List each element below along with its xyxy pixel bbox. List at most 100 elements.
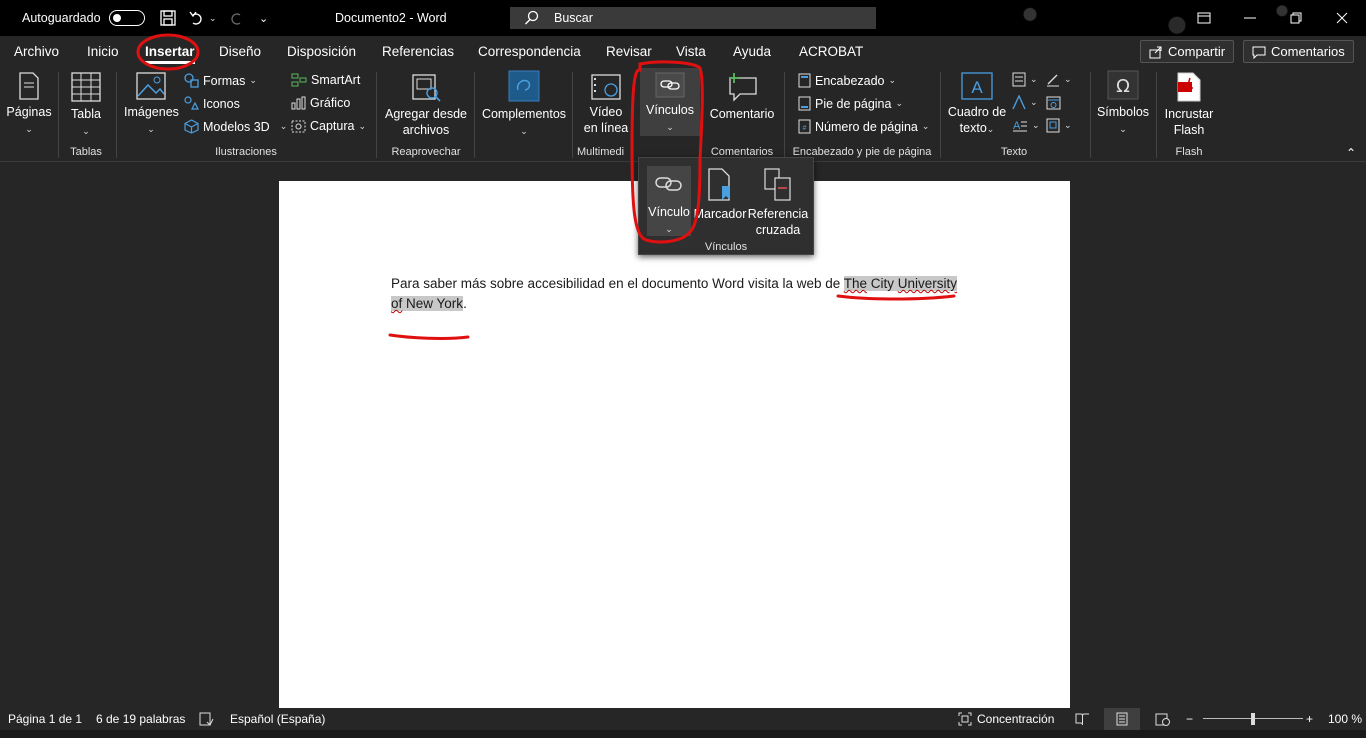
tabla-button[interactable]: Tabla ⌄ (66, 72, 106, 139)
tab-acrobat[interactable]: ACROBAT (799, 36, 863, 66)
footer-icon (798, 96, 811, 111)
agregar-archivos-button[interactable]: Agregar desde archivos (384, 72, 468, 138)
pie-pagina-button[interactable]: Pie de página ⌄ (798, 96, 903, 111)
tab-inicio[interactable]: Inicio (87, 36, 119, 66)
separator (1090, 72, 1091, 158)
svg-text:A: A (971, 78, 983, 97)
captura-button[interactable]: Captura ⌄ (291, 119, 366, 133)
numero-pagina-label: Número de página (815, 119, 918, 134)
comments-button[interactable]: Comentarios (1243, 40, 1354, 63)
customize-toolbar-icon[interactable]: ⌄ (259, 0, 268, 36)
referencia-label-2: cruzada (755, 223, 801, 237)
flash-icon (1177, 72, 1201, 102)
wordart-icon[interactable]: ⌄ (1012, 95, 1038, 110)
marcador-label: Marcador (693, 207, 747, 221)
save-icon[interactable] (159, 0, 177, 36)
page-count[interactable]: Página 1 de 1 (8, 708, 82, 730)
separator (58, 72, 59, 158)
search-icon (525, 10, 539, 25)
tab-diseno[interactable]: Diseño (219, 36, 261, 66)
grafico-button[interactable]: Gráfico (291, 96, 350, 110)
separator (940, 72, 941, 158)
document-page[interactable] (279, 181, 1070, 708)
addins-icon (508, 70, 540, 102)
imagenes-button[interactable]: Imágenes ⌄ (124, 72, 179, 137)
comentario-button[interactable]: Comentario (706, 72, 778, 122)
proofing-icon[interactable] (199, 708, 214, 730)
minimize-icon[interactable] (1227, 0, 1273, 36)
tab-disposicion[interactable]: Disposición (287, 36, 356, 66)
tab-ayuda[interactable]: Ayuda (733, 36, 771, 66)
tab-insertar[interactable]: Insertar (145, 36, 195, 66)
modelos3d-button[interactable]: Modelos 3D ⌄ (184, 119, 287, 134)
tab-referencias[interactable]: Referencias (382, 36, 454, 66)
encabezado-button[interactable]: Encabezado ⌄ (798, 73, 896, 88)
smartart-label: SmartArt (311, 73, 361, 87)
share-button[interactable]: Compartir (1140, 40, 1235, 63)
read-mode-icon[interactable] (1075, 708, 1090, 730)
textbox-icon: A (961, 72, 993, 100)
share-label: Compartir (1168, 44, 1226, 59)
zoom-slider[interactable] (1203, 708, 1303, 730)
paginas-button[interactable]: Páginas ⌄ (6, 72, 52, 137)
shapes-icon (184, 73, 199, 88)
date-time-icon[interactable] (1046, 95, 1061, 110)
search-box[interactable]: Buscar (510, 7, 876, 29)
close-icon[interactable] (1319, 0, 1365, 36)
formas-button[interactable]: Formas ⌄ (184, 73, 257, 88)
redo-icon[interactable] (227, 0, 245, 36)
iconos-button[interactable]: Iconos (184, 96, 240, 111)
object-icon[interactable]: ⌄ (1046, 118, 1072, 133)
formas-label: Formas (203, 73, 246, 88)
quick-parts-icon[interactable]: ⌄ (1012, 72, 1038, 87)
dropcap-icon[interactable]: A ⌄ (1012, 118, 1040, 133)
svg-text:A: A (1013, 120, 1021, 132)
tab-vista[interactable]: Vista (676, 36, 706, 66)
language-indicator[interactable]: Español (España) (230, 708, 325, 730)
zoom-out-button[interactable]: − (1186, 708, 1193, 730)
zoom-in-button[interactable]: + (1306, 708, 1313, 730)
numero-pagina-button[interactable]: # Número de página ⌄ (798, 119, 929, 134)
separator (572, 72, 573, 158)
screenshot-icon (291, 120, 306, 133)
signature-line-icon[interactable]: ⌄ (1046, 72, 1072, 87)
tab-archivo[interactable]: Archivo (14, 36, 59, 66)
complementos-button[interactable]: Complementos ⌄ (480, 70, 568, 139)
autosave-toggle[interactable] (108, 10, 145, 26)
vinculos-dropdown: Vínculo ⌄ Marcador Referencia cruzada Vín… (638, 157, 814, 255)
collapse-ribbon-icon[interactable]: ⌃ (1346, 146, 1356, 160)
group-label-flash: Flash (1175, 146, 1203, 158)
video-en-linea-button[interactable]: Vídeo en línea (580, 74, 632, 136)
restore-icon[interactable] (1273, 0, 1319, 36)
smartart-button[interactable]: SmartArt (291, 73, 360, 87)
hyperlink-icon (655, 177, 682, 191)
comments-label: Comentarios (1271, 44, 1345, 59)
reuse-files-icon (412, 74, 441, 102)
print-layout-icon[interactable] (1104, 708, 1140, 730)
link-word-6: New York (402, 296, 464, 311)
word-count[interactable]: 6 de 19 palabras (96, 708, 185, 730)
zoom-level[interactable]: 100 % (1328, 708, 1362, 730)
focus-mode-button[interactable]: Concentración (958, 708, 1054, 730)
simbolos-button[interactable]: Ω Símbolos ⌄ (1096, 70, 1150, 137)
tab-correspondencia[interactable]: Correspondencia (478, 36, 581, 66)
comentario-label: Comentario (709, 107, 775, 121)
pages-icon (19, 72, 39, 100)
marcador-menu-item[interactable]: Marcador (693, 166, 747, 222)
vinculo-menu-item[interactable]: Vínculo ⌄ (647, 166, 691, 236)
cuadro-texto-button[interactable]: A Cuadro de texto⌄ (946, 72, 1008, 137)
vinculos-button[interactable]: Vínculos ⌄ (640, 68, 700, 136)
cube-icon (184, 119, 199, 134)
incrustar-flash-button[interactable]: Incrustar Flash (1160, 72, 1218, 138)
document-text[interactable]: Para saber más sobre accesibilidad en el… (391, 274, 971, 314)
tab-revisar[interactable]: Revisar (606, 36, 652, 66)
link-word-2: City (867, 276, 898, 291)
autosave[interactable]: Autoguardado (22, 0, 145, 36)
pie-pagina-label: Pie de página (815, 96, 892, 111)
zoom-slider-thumb[interactable] (1251, 713, 1255, 725)
referencia-cruzada-menu-item[interactable]: Referencia cruzada (747, 166, 809, 238)
ribbon-display-options-icon[interactable] (1181, 0, 1227, 36)
undo-icon[interactable]: ⌄ (188, 0, 217, 36)
new-comment-icon (729, 73, 757, 102)
web-layout-icon[interactable] (1155, 708, 1170, 730)
